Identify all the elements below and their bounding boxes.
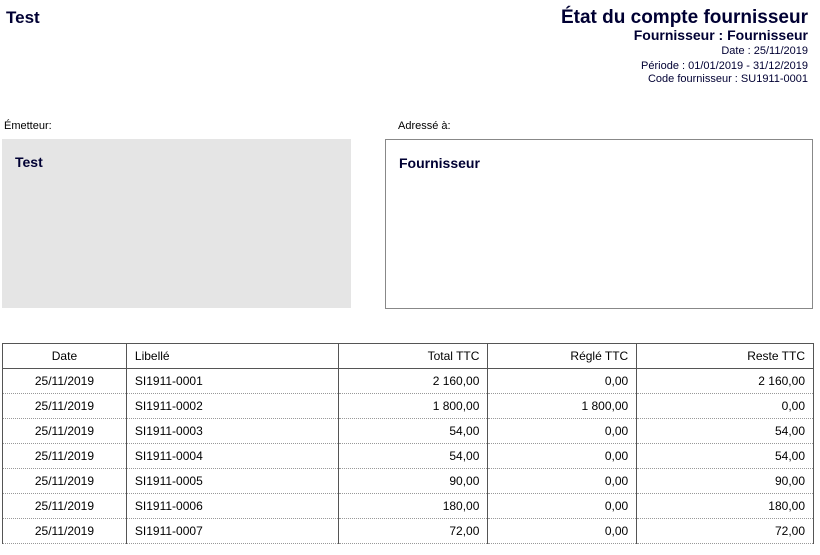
cell-total: 54,00	[337, 418, 489, 444]
cell-label: SI1911-0004	[125, 443, 339, 469]
table-row: 25/11/2019 SI1911-0004 54,00 0,00 54,00	[2, 443, 814, 469]
sender-label: Émetteur:	[4, 120, 52, 132]
cell-paid: 0,00	[487, 443, 638, 469]
cell-date: 25/11/2019	[2, 393, 127, 419]
table-header: Date Libellé Total TTC Réglé TTC Reste T…	[2, 343, 814, 369]
cell-date: 25/11/2019	[2, 368, 127, 394]
cell-remaining: 72,00	[636, 518, 814, 544]
col-total: Total TTC	[337, 343, 489, 369]
cell-label: SI1911-0006	[125, 493, 339, 519]
cell-total: 2 160,00	[337, 368, 489, 394]
cell-label: SI1911-0002	[125, 393, 339, 419]
sender-name: Test	[15, 154, 43, 170]
period: Période : 01/01/2019 - 31/12/2019	[641, 60, 808, 72]
cell-date: 25/11/2019	[2, 418, 127, 444]
cell-remaining: 90,00	[636, 468, 814, 494]
cell-total: 90,00	[337, 468, 489, 494]
cell-total: 1 800,00	[337, 393, 489, 419]
col-label: Libellé	[125, 343, 339, 369]
table-row: 25/11/2019 SI1911-0007 72,00 0,00 72,00	[2, 518, 814, 544]
statement-table: Date Libellé Total TTC Réglé TTC Reste T…	[2, 343, 814, 544]
cell-remaining: 54,00	[636, 418, 814, 444]
cell-total: 180,00	[337, 493, 489, 519]
cell-paid: 0,00	[487, 418, 638, 444]
col-remaining: Reste TTC	[636, 343, 814, 369]
table-row: 25/11/2019 SI1911-0001 2 160,00 0,00 2 160,0…	[2, 368, 814, 394]
cell-label: SI1911-0003	[125, 418, 339, 444]
col-date: Date	[2, 343, 127, 369]
table-row: 25/11/2019 SI1911-0002 1 800,00 1 800,00 0,0…	[2, 393, 814, 419]
supplier-code: Code fournisseur : SU1911-0001	[647, 73, 808, 85]
cell-date: 25/11/2019	[2, 443, 127, 469]
cell-remaining: 0,00	[636, 393, 814, 419]
cell-paid: 1 800,00	[487, 393, 638, 419]
cell-date: 25/11/2019	[2, 493, 127, 519]
sender-box: Test	[2, 139, 351, 308]
cell-label: SI1911-0005	[125, 468, 339, 494]
recipient-box: Fournisseur	[385, 139, 813, 309]
document-title: État du compte fournisseur	[560, 7, 808, 28]
cell-label: SI1911-0007	[125, 518, 339, 544]
col-paid: Réglé TTC	[487, 343, 638, 369]
company-name: Test	[6, 8, 40, 27]
recipient-label: Adressé à:	[398, 120, 451, 132]
document-date: Date : 25/11/2019	[721, 45, 808, 57]
cell-paid: 0,00	[487, 518, 638, 544]
cell-paid: 0,00	[487, 493, 638, 519]
cell-total: 72,00	[337, 518, 489, 544]
cell-total: 54,00	[337, 443, 489, 469]
cell-label: SI1911-0001	[125, 368, 339, 394]
table-row: 25/11/2019 SI1911-0005 90,00 0,00 90,00	[2, 468, 814, 494]
cell-paid: 0,00	[487, 368, 638, 394]
cell-remaining: 54,00	[636, 443, 814, 469]
document-header: État du compte fournisseur Fournisseur :…	[560, 7, 808, 86]
recipient-name: Fournisseur	[399, 155, 480, 171]
cell-remaining: 2 160,00	[636, 368, 814, 394]
table-row: 25/11/2019 SI1911-0003 54,00 0,00 54,00	[2, 418, 814, 444]
cell-remaining: 180,00	[636, 493, 814, 519]
supplier-subtitle: Fournisseur : Fournisseur	[633, 27, 808, 43]
table-row: 25/11/2019 SI1911-0006 180,00 0,00 180,00	[2, 493, 814, 519]
cell-date: 25/11/2019	[2, 468, 127, 494]
cell-paid: 0,00	[487, 468, 638, 494]
cell-date: 25/11/2019	[2, 518, 127, 544]
